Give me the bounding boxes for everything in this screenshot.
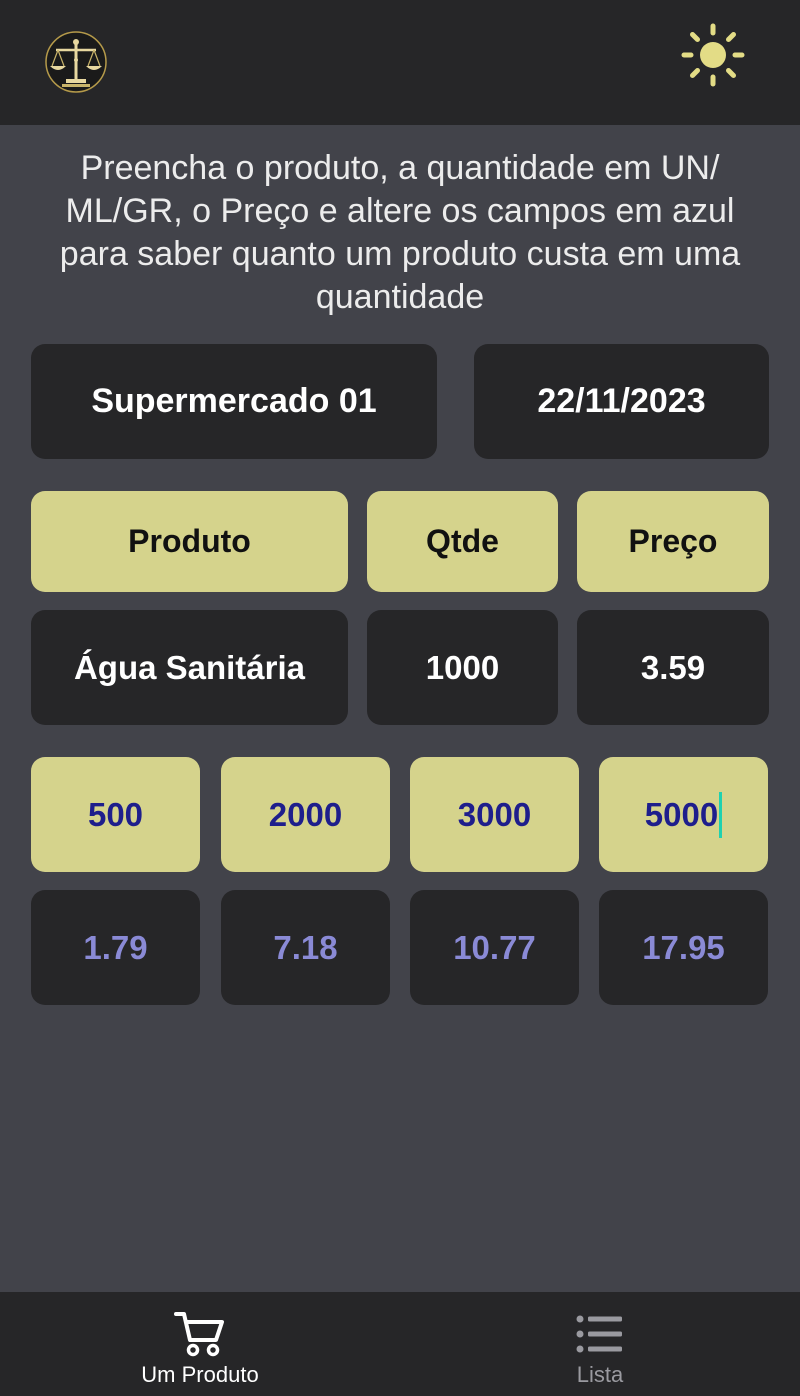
qty-input[interactable]: 1000 xyxy=(367,610,558,725)
nav-um-produto[interactable]: Um Produto xyxy=(0,1292,400,1396)
bottom-navigation: Um Produto Lista xyxy=(0,1292,800,1396)
compare-qty-input-2[interactable]: 2000 xyxy=(221,757,390,872)
header-product: Produto xyxy=(31,491,348,592)
top-app-bar xyxy=(0,0,800,125)
compare-price-2: 7.18 xyxy=(221,890,390,1005)
header-price: Preço xyxy=(577,491,769,592)
compare-qty-input-1[interactable]: 500 xyxy=(31,757,200,872)
nav-lista[interactable]: Lista xyxy=(400,1292,800,1396)
date-field[interactable]: 22/11/2023 xyxy=(474,344,769,459)
product-input[interactable]: Água Sanitária xyxy=(31,610,348,725)
nav-label-um-produto: Um Produto xyxy=(141,1362,259,1387)
compare-price-4: 17.95 xyxy=(599,890,768,1005)
list-icon xyxy=(574,1310,626,1358)
header-qty: Qtde xyxy=(367,491,558,592)
compare-price-1: 1.79 xyxy=(31,890,200,1005)
compare-qty-input-4[interactable]: 5000 xyxy=(599,757,768,872)
compare-price-3: 10.77 xyxy=(410,890,579,1005)
price-input[interactable]: 3.59 xyxy=(577,610,769,725)
compare-qty-value-4: 5000 xyxy=(644,795,719,833)
compare-qty-input-3[interactable]: 3000 xyxy=(410,757,579,872)
store-name-field[interactable]: Supermercado 01 xyxy=(31,344,437,459)
sun-icon[interactable] xyxy=(680,22,746,88)
instructions-text: Preencha o produto, a quantidade em UN/ … xyxy=(59,149,741,316)
text-cursor xyxy=(719,791,723,838)
shopping-cart-icon xyxy=(174,1310,226,1358)
scales-of-justice-icon xyxy=(44,30,108,94)
nav-label-lista: Lista xyxy=(576,1362,624,1387)
